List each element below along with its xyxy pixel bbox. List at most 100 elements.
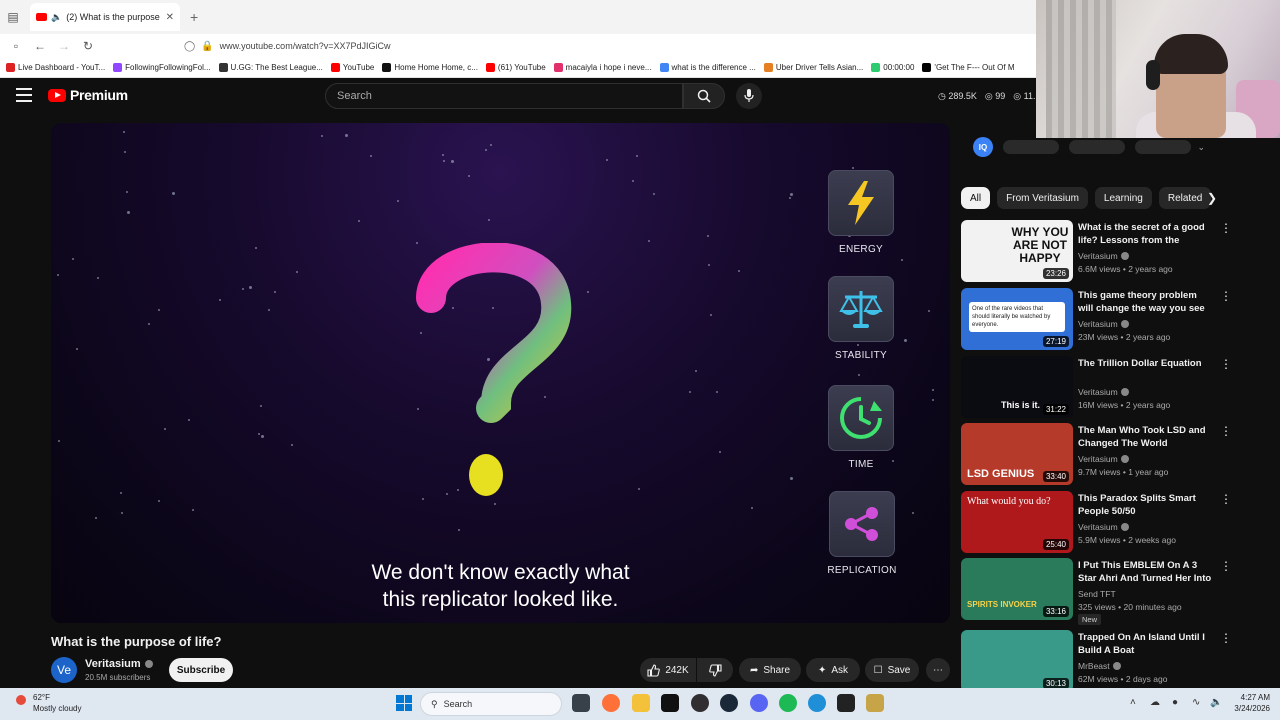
recommendation-item[interactable]: WHY YOU ARE NOT HAPPY 23:26 What is the se… <box>961 220 1232 282</box>
bookmark-item[interactable]: Live Dashboard - YouT... <box>6 63 105 72</box>
ai-badge-icon[interactable]: IQ <box>973 137 993 157</box>
taskview-icon[interactable] <box>572 694 590 712</box>
spotify-icon[interactable] <box>779 694 797 712</box>
recommendation-channel[interactable]: MrBeast <box>1078 661 1121 671</box>
wifi-icon[interactable]: ∿ <box>1192 697 1200 708</box>
weather-widget[interactable]: 62°F Mostly cloudy <box>14 692 81 714</box>
bookmark-item[interactable]: YouTube <box>330 63 374 72</box>
video-thumbnail[interactable]: WHY YOU ARE NOT HAPPY 23:26 <box>961 220 1073 282</box>
filter-chip[interactable]: Learning <box>1094 187 1152 209</box>
sidebar-toggle-icon[interactable]: ▫ <box>4 39 28 53</box>
more-vertical-icon[interactable]: ⋮ <box>1220 358 1232 370</box>
recommendation-item[interactable]: What would you do? 25:40 This Paradox Spli… <box>961 491 1232 553</box>
search-input[interactable]: Search <box>325 83 683 109</box>
bookmark-item[interactable]: FollowingFollowingFol... <box>113 63 211 72</box>
like-button[interactable]: 242K <box>640 658 696 682</box>
firefox-icon[interactable] <box>602 694 620 712</box>
recommendation-title[interactable]: I Put This EMBLEM On A 3 Star Ahri And T… <box>1078 559 1214 586</box>
recommendation-title[interactable]: The Trillion Dollar Equation <box>1078 357 1214 370</box>
recommendation-channel[interactable]: Veritasium <box>1078 454 1129 464</box>
more-vertical-icon[interactable]: ⋮ <box>1220 560 1232 572</box>
filter-chip[interactable]: From Veritasium <box>997 187 1088 209</box>
obs-icon[interactable] <box>691 694 709 712</box>
app-icon-nf[interactable] <box>837 694 855 712</box>
recommendation-item[interactable]: SPIRITS INVOKER 33:16 I Put This EMBLEM On… <box>961 558 1232 625</box>
bookmark-item[interactable]: macaiyla i hope i neve... <box>553 63 652 72</box>
app-icon-w[interactable] <box>866 694 884 712</box>
forward-icon[interactable]: → <box>52 39 76 53</box>
video-thumbnail[interactable]: This is it. 31:22 <box>961 356 1073 418</box>
more-actions-button[interactable]: ⋯ <box>926 658 950 682</box>
mic-tray-icon[interactable]: ● <box>1172 697 1178 708</box>
bookmark-item[interactable]: Home Home Home, c... <box>382 63 478 72</box>
more-vertical-icon[interactable]: ⋮ <box>1220 493 1232 505</box>
tab-actions-icon[interactable]: ▤ <box>0 0 26 34</box>
bookmark-item[interactable]: 00:00:00 <box>871 63 914 72</box>
discord-icon[interactable] <box>750 694 768 712</box>
recommendation-title[interactable]: What is the secret of a good life? Lesso… <box>1078 221 1214 248</box>
back-icon[interactable]: ← <box>28 39 52 53</box>
steam-icon[interactable] <box>720 694 738 712</box>
bookmark-item[interactable]: U.GG: The Best League... <box>218 63 323 72</box>
new-tab-icon[interactable]: + <box>190 9 198 25</box>
more-vertical-icon[interactable]: ⋮ <box>1220 425 1232 437</box>
more-vertical-icon[interactable]: ⋮ <box>1220 632 1232 644</box>
browser-tab-active[interactable]: 🔈 (2) What is the purpose of l ✕ <box>30 3 180 31</box>
close-tab-icon[interactable]: ✕ <box>166 12 174 23</box>
recommendation-channel[interactable]: Send TFT <box>1078 589 1116 599</box>
more-vertical-icon[interactable]: ⋮ <box>1220 222 1232 234</box>
volume-icon[interactable]: 🔈 <box>1210 697 1222 708</box>
recommendation-title[interactable]: Trapped On An Island Until I Build A Boa… <box>1078 631 1214 657</box>
share-button[interactable]: ➦ Share <box>739 658 801 682</box>
video-thumbnail[interactable]: What would you do? 25:40 <box>961 491 1073 553</box>
taskbar-search[interactable]: ⚲ Search <box>420 692 562 716</box>
bookmark-item[interactable]: what is the difference ... <box>659 63 756 72</box>
url-field[interactable]: www.youtube.com/watch?v=XX7PdJIGiCw <box>220 41 391 51</box>
video-thumbnail[interactable]: One of the rare videos that should liter… <box>961 288 1073 350</box>
channel-name[interactable]: Veritasium <box>85 658 153 670</box>
bookmark-item[interactable]: (61) YouTube <box>485 63 546 72</box>
more-vertical-icon[interactable]: ⋮ <box>1220 290 1232 302</box>
chevron-down-icon[interactable]: ⌄ <box>1197 142 1205 153</box>
ask-button[interactable]: ✦ Ask <box>806 658 860 682</box>
recommendation-item[interactable]: 30:13 Trapped On An Island Until I Build … <box>961 630 1232 692</box>
video-thumbnail[interactable]: LSD GENIUS 33:40 <box>961 423 1073 485</box>
dislike-button[interactable] <box>697 658 733 682</box>
recommendation-item[interactable]: LSD GENIUS 33:40 The Man Who Took LSD and … <box>961 423 1232 485</box>
edge-icon[interactable] <box>808 694 826 712</box>
save-button[interactable]: ☐ Save <box>865 658 919 682</box>
recommendation-title[interactable]: This Paradox Splits Smart People 50/50 <box>1078 492 1214 518</box>
channel-avatar[interactable]: Ve <box>51 657 77 683</box>
recommendation-channel[interactable]: Veritasium <box>1078 387 1129 397</box>
bookmark-item[interactable]: 'Get The F--- Out Of M <box>922 63 1014 72</box>
bookmark-item[interactable]: Uber Driver Tells Asian... <box>763 63 863 72</box>
network-icon[interactable]: ☁ <box>1150 697 1160 708</box>
recommendation-title[interactable]: The Man Who Took LSD and Changed The Wor… <box>1078 424 1214 450</box>
windows-start-icon[interactable] <box>396 695 412 711</box>
video-thumbnail[interactable]: 30:13 <box>961 630 1073 692</box>
recommendation-title[interactable]: This game theory problem will change the… <box>1078 289 1214 316</box>
recommendation-channel[interactable]: Veritasium <box>1078 522 1129 532</box>
speaker-icon[interactable]: 🔈 <box>51 12 62 23</box>
voice-search-button[interactable] <box>736 83 762 109</box>
lock-icon[interactable]: 🔒 <box>201 41 213 52</box>
ai-chip-1[interactable] <box>1003 140 1059 154</box>
subscribe-button[interactable]: Subscribe <box>169 658 233 682</box>
ai-chip-2[interactable] <box>1069 140 1125 154</box>
search-button[interactable] <box>683 83 725 109</box>
tray-chevron-icon[interactable]: ˄ <box>1130 697 1136 708</box>
filter-chip[interactable]: All <box>961 187 991 209</box>
youtube-logo[interactable]: Premium <box>48 87 128 103</box>
system-clock[interactable]: 4:27 AM 3/24/2026 <box>1230 692 1270 714</box>
ai-chip-3[interactable] <box>1135 140 1191 154</box>
menu-icon[interactable] <box>16 88 32 102</box>
reload-icon[interactable]: ↻ <box>76 39 100 53</box>
video-thumbnail[interactable]: SPIRITS INVOKER 33:16 <box>961 558 1073 620</box>
recommendation-channel[interactable]: Veritasium <box>1078 251 1129 261</box>
chevron-right-icon[interactable]: ❯ <box>1207 191 1217 205</box>
file-explorer-icon[interactable] <box>632 694 650 712</box>
filter-chip[interactable]: Related <box>1158 187 1212 209</box>
recommendation-channel[interactable]: Veritasium <box>1078 319 1129 329</box>
video-player[interactable]: ENERGY STABILITY TIME REPLICATION We don… <box>51 123 950 623</box>
x-app-icon[interactable] <box>661 694 679 712</box>
